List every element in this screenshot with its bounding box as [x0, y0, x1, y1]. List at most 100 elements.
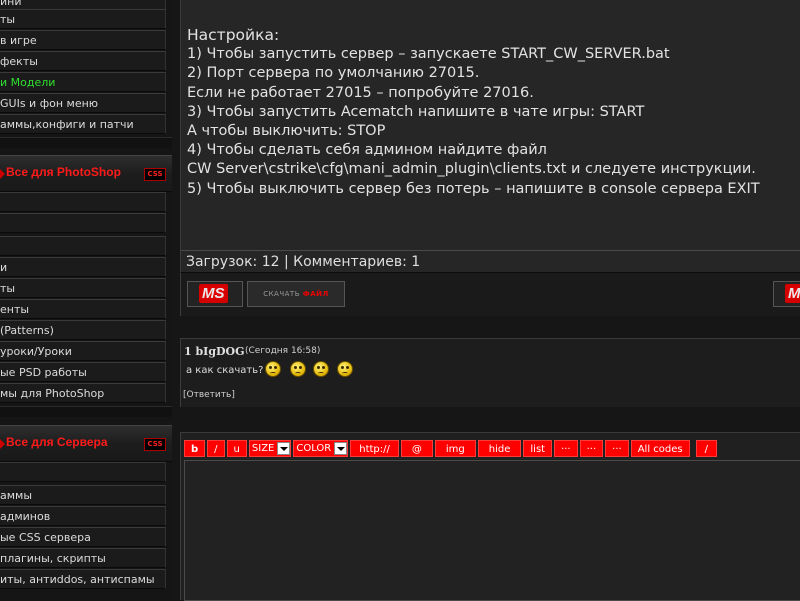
- all-codes-button[interactable]: All codes: [630, 440, 690, 457]
- bold-button[interactable]: b: [184, 440, 206, 457]
- sidebar-item-label: иты, антиddos, антиспамы: [0, 573, 155, 586]
- arrow-right-icon: [0, 169, 5, 179]
- color-select-label: COLOR: [296, 443, 332, 454]
- sidebar-item-models[interactable]: и Модели: [0, 72, 166, 92]
- more-button-1[interactable]: ···: [554, 440, 578, 457]
- comment-text: а как скачать?: [186, 365, 264, 376]
- angry-smiley-icon: [265, 361, 281, 377]
- sidebar-item[interactable]: [0, 213, 166, 233]
- sidebar-item-psd[interactable]: ые PSD работы: [0, 362, 166, 382]
- css-badge-icon: CSS: [144, 168, 166, 181]
- comment-textarea[interactable]: [184, 460, 800, 601]
- download-file-button[interactable]: СКАЧАТЬ ФАЙЛ: [247, 281, 345, 307]
- ms-logo-button[interactable]: MS: [187, 281, 243, 307]
- sidebar-item-label: (Patterns): [0, 324, 54, 337]
- sidebar-item-label: админов: [0, 510, 51, 523]
- chevron-down-icon: [334, 442, 348, 455]
- sidebar-item-label: фекты: [0, 55, 38, 68]
- sidebar-item-lessons[interactable]: уроки/Уроки: [0, 341, 166, 361]
- sidebar-item[interactable]: GUIs и фон меню: [0, 93, 166, 113]
- angry-smiley-icon: [290, 361, 306, 377]
- reply-link[interactable]: [Ответить]: [183, 390, 235, 400]
- sidebar-item-css-servers[interactable]: ые CSS сервера: [0, 527, 166, 547]
- comment-editor: b / u SIZE COLOR http:// @ img hide list…: [180, 432, 800, 601]
- download-button-strip: MS СКАЧАТЬ ФАЙЛ MS: [180, 272, 800, 316]
- css-badge-icon: CSS: [144, 438, 166, 451]
- italic-button[interactable]: /: [207, 440, 225, 457]
- article-heading: Настройка:: [187, 26, 280, 44]
- block-footer: [0, 137, 172, 148]
- list-button[interactable]: list: [523, 440, 553, 457]
- ms-label: MS: [785, 284, 800, 303]
- bbcode-toolbar: b / u SIZE COLOR http:// @ img hide list…: [184, 440, 717, 457]
- sidebar-item[interactable]: фекты: [0, 51, 166, 71]
- angry-smiley-icon: [313, 361, 329, 377]
- article-line: А чтобы выключить: STOP: [187, 123, 386, 140]
- hide-button[interactable]: hide: [477, 440, 522, 457]
- img-button[interactable]: img: [434, 440, 476, 457]
- ms-logo-button-right[interactable]: MS: [773, 281, 800, 307]
- comment-item: 1 bIgDOG (Сегодня 16:58) а как скачать? …: [180, 338, 800, 407]
- more-button-3[interactable]: ···: [605, 440, 629, 457]
- sidebar-item[interactable]: ты: [0, 9, 166, 29]
- article-line: CW Server\cstrike\cfg\mani_admin_plugin\…: [187, 161, 756, 178]
- sidebar-item-label: ые PSD работы: [0, 366, 87, 379]
- comment-author[interactable]: 1 bIgDOG: [184, 345, 245, 358]
- url-button[interactable]: http://: [350, 440, 399, 457]
- sidebar-item-programs[interactable]: аммы: [0, 485, 166, 505]
- comment-date: (Сегодня 16:58): [245, 346, 321, 356]
- sidebar-item[interactable]: и: [0, 257, 166, 277]
- sidebar-item-label: плагины, скрипты: [0, 552, 106, 565]
- chevron-down-icon: [277, 442, 291, 455]
- sidebar-item[interactable]: ты: [0, 278, 166, 298]
- sidebar-item-label: уроки/Уроки: [0, 345, 72, 358]
- block-footer: [0, 406, 172, 417]
- sidebar-item-antiddos[interactable]: иты, антиddos, антиспамы: [0, 569, 166, 589]
- sidebar-item[interactable]: [0, 462, 166, 482]
- angry-smiley-icon: [337, 361, 353, 377]
- article-line: 4) Чтобы сделать себя админом найдите фа…: [187, 142, 547, 159]
- sidebar-item[interactable]: аммы,конфиги и патчи: [0, 114, 166, 134]
- more-button-2[interactable]: ···: [579, 440, 604, 457]
- article-line: 5) Чтобы выключить сервер без потерь – н…: [187, 180, 760, 197]
- sidebar-item[interactable]: [0, 236, 166, 256]
- size-select-label: SIZE: [251, 443, 275, 454]
- block-title: Все для Сервера: [6, 435, 108, 449]
- sidebar-item[interactable]: [0, 192, 166, 212]
- server-block-header[interactable]: Все для Сервера CSS: [0, 425, 172, 462]
- article-line: Если не работает 27015 – попробуйте 2701…: [187, 84, 534, 101]
- underline-button[interactable]: u: [226, 440, 247, 457]
- sidebar-item-label: ты: [0, 282, 16, 295]
- sidebar-item-label: в игре: [0, 34, 37, 47]
- article-line: 2) Порт сервера по умолчанию 27015.: [187, 65, 480, 82]
- sidebar-item-label: енты: [0, 303, 30, 316]
- left-sidebar: ини ты в игре фекты и Модели GUIs и фон …: [0, 0, 172, 600]
- sidebar-item-plugins[interactable]: плагины, скрипты: [0, 548, 166, 568]
- sidebar-item-label: аммы,конфиги и патчи: [0, 118, 134, 131]
- sidebar-item-admins[interactable]: админов: [0, 506, 166, 526]
- close-tag-button[interactable]: /: [695, 440, 717, 457]
- sidebar-item[interactable]: енты: [0, 299, 166, 319]
- sidebar-item-label: и: [0, 261, 8, 274]
- sidebar-item-label: и Модели: [0, 76, 56, 89]
- sidebar-item-label: мы для PhotoShop: [0, 387, 105, 400]
- sidebar-item-photoshop-programs[interactable]: мы для PhotoShop: [0, 383, 166, 403]
- sidebar-item-patterns[interactable]: (Patterns): [0, 320, 166, 340]
- email-button[interactable]: @: [400, 440, 433, 457]
- sidebar-item-label: ты: [0, 13, 16, 26]
- article-line: 1) Чтобы запустить сервер – запускаете S…: [187, 46, 670, 63]
- photoshop-block-header[interactable]: Все для PhotoShop CSS: [0, 155, 172, 192]
- download-label-file: ФАЙЛ: [302, 290, 329, 298]
- sidebar-item-label: аммы: [0, 489, 33, 502]
- sidebar-item[interactable]: в игре: [0, 30, 166, 50]
- size-select[interactable]: SIZE: [248, 440, 292, 457]
- article-panel: Настройка: 1) Чтобы запустить сервер – з…: [180, 0, 800, 250]
- sidebar-item-label: ини: [0, 0, 22, 8]
- arrow-right-icon: [0, 439, 5, 449]
- block-title: Все для PhotoShop: [6, 165, 121, 179]
- ms-label: MS: [199, 284, 228, 303]
- stats-bar: Загрузок: 12 | Комментариев: 1: [180, 250, 800, 272]
- color-select[interactable]: COLOR: [293, 440, 349, 457]
- sidebar-item-label: GUIs и фон меню: [0, 97, 99, 110]
- sidebar-item-label: ые CSS сервера: [0, 531, 91, 544]
